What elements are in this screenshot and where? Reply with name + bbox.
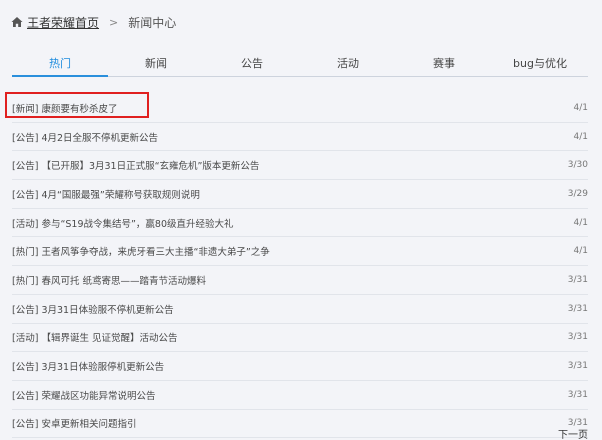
breadcrumb: 王者荣耀首页 > 新闻中心 bbox=[11, 14, 176, 30]
news-item-tag: [活动] bbox=[12, 333, 39, 345]
news-item[interactable]: [公告] 荣耀战区功能异常说明公告 3/31 bbox=[12, 381, 588, 410]
tab-hot[interactable]: 热门 bbox=[12, 54, 108, 77]
news-item-title[interactable]: [热门] 春风可托 纸鸢寄思——踏青节活动爆料 bbox=[12, 273, 206, 287]
news-item-text: 王者风筝争夺战，来虎牙看三大主播“非遗大弟子”之争 bbox=[41, 247, 270, 259]
news-item[interactable]: [热门] 春风可托 纸鸢寄思——踏青节活动爆料 3/31 bbox=[12, 266, 588, 295]
news-item-title[interactable]: [公告] 3月31日体验服不停机更新公告 bbox=[12, 302, 174, 316]
tab-news[interactable]: 新闻 bbox=[108, 54, 204, 76]
news-item-title[interactable]: [公告] 安卓更新相关问题指引 bbox=[12, 416, 136, 430]
news-item-tag: [公告] bbox=[12, 390, 39, 402]
tab-announcement[interactable]: 公告 bbox=[204, 54, 300, 76]
news-item-title[interactable]: [活动] 【辑界诞生 见证觉醒】活动公告 bbox=[12, 330, 177, 344]
news-item-date: 4/1 bbox=[573, 217, 588, 228]
news-item-title[interactable]: [公告] 4月2日全服不停机更新公告 bbox=[12, 130, 158, 144]
news-item-title[interactable]: [公告] 荣耀战区功能异常说明公告 bbox=[12, 388, 155, 402]
news-item-text: 【辑界诞生 见证觉醒】活动公告 bbox=[41, 333, 178, 345]
news-item-date: 3/31 bbox=[567, 274, 588, 285]
news-item-text: 4月“国服最强”荣耀称号获取规则说明 bbox=[41, 189, 200, 201]
news-item-tag: [公告] bbox=[12, 419, 39, 431]
news-item-text: 安卓更新相关问题指引 bbox=[41, 419, 137, 431]
news-item[interactable]: [活动] 参与“S19战令集结号”，赢80级直升经验大礼 4/1 bbox=[12, 209, 588, 238]
news-item-tag: [公告] bbox=[12, 304, 39, 316]
news-item-date: 3/31 bbox=[567, 332, 588, 343]
news-item-title[interactable]: [公告] 【已开服】3月31日正式服“玄雍危机”版本更新公告 bbox=[12, 158, 259, 172]
news-item-date: 4/1 bbox=[573, 131, 588, 142]
news-item-date: 3/31 bbox=[567, 389, 588, 400]
news-item[interactable]: [公告] 3月31日体验服停机更新公告 3/31 bbox=[12, 352, 588, 381]
breadcrumb-home-link[interactable]: 王者荣耀首页 bbox=[27, 14, 99, 31]
news-item-tag: [公告] bbox=[12, 161, 39, 173]
breadcrumb-current: 新闻中心 bbox=[128, 15, 177, 30]
news-item-tag: [公告] bbox=[12, 362, 39, 374]
news-item-tag: [新闻] bbox=[12, 103, 39, 115]
tab-esports[interactable]: 赛事 bbox=[396, 54, 492, 76]
news-item-title[interactable]: [活动] 参与“S19战令集结号”，赢80级直升经验大礼 bbox=[12, 216, 234, 230]
news-item-tag: [热门] bbox=[12, 247, 39, 259]
news-item[interactable]: [公告] 【已开服】3月31日正式服“玄雍危机”版本更新公告 3/30 bbox=[12, 151, 588, 181]
news-item[interactable]: [公告] 3月31日体验服不停机更新公告 3/31 bbox=[12, 295, 588, 324]
news-item-title[interactable]: [新闻] 康颜要有秒杀皮了 bbox=[12, 101, 117, 115]
news-item-text: 康颜要有秒杀皮了 bbox=[41, 103, 118, 115]
news-item-tag: [活动] bbox=[12, 218, 39, 230]
news-item[interactable]: [热门] 王者风筝争夺战，来虎牙看三大主播“非遗大弟子”之争 4/1 bbox=[12, 237, 588, 267]
news-item[interactable]: [新闻] 康颜要有秒杀皮了 4/1 bbox=[12, 94, 588, 123]
tab-events[interactable]: 活动 bbox=[300, 54, 396, 76]
news-item-text: 4月2日全服不停机更新公告 bbox=[41, 132, 159, 144]
news-item-text: 【已开服】3月31日正式服“玄雍危机”版本更新公告 bbox=[41, 161, 260, 173]
news-item-title[interactable]: [公告] 3月31日体验服停机更新公告 bbox=[12, 359, 164, 373]
news-list: [新闻] 康颜要有秒杀皮了 4/1 [公告] 4月2日全服不停机更新公告 4/1… bbox=[12, 94, 588, 439]
news-item[interactable]: [公告] 4月2日全服不停机更新公告 4/1 bbox=[12, 123, 588, 152]
news-item-date: 3/31 bbox=[567, 303, 588, 314]
news-item-text: 3月31日体验服不停机更新公告 bbox=[41, 304, 174, 316]
home-icon bbox=[11, 16, 23, 28]
news-item-date: 4/1 bbox=[573, 246, 588, 257]
news-item-title[interactable]: [热门] 王者风筝争夺战，来虎牙看三大主播“非遗大弟子”之争 bbox=[12, 244, 270, 258]
news-item-tag: [公告] bbox=[12, 189, 39, 201]
news-item[interactable]: [公告] 4月“国服最强”荣耀称号获取规则说明 3/29 bbox=[12, 180, 588, 209]
news-center-page: 王者荣耀首页 > 新闻中心 热门 新闻 公告 活动 赛事 bug与优化 [新闻]… bbox=[0, 0, 602, 440]
news-item-tag: [热门] bbox=[12, 275, 39, 287]
news-item-date: 3/29 bbox=[567, 188, 588, 199]
news-item-tag: [公告] bbox=[12, 132, 39, 144]
news-item-date: 4/1 bbox=[573, 102, 588, 113]
news-item-text: 荣耀战区功能异常说明公告 bbox=[41, 390, 156, 402]
news-item-title[interactable]: [公告] 4月“国服最强”荣耀称号获取规则说明 bbox=[12, 187, 200, 201]
news-item-date: 3/30 bbox=[567, 160, 588, 171]
next-page-button[interactable]: 下一页 bbox=[558, 426, 588, 440]
news-item-text: 春风可托 纸鸢寄思——踏青节活动爆料 bbox=[41, 275, 206, 287]
news-item[interactable]: [活动] 【辑界诞生 见证觉醒】活动公告 3/31 bbox=[12, 324, 588, 353]
news-item-text: 3月31日体验服停机更新公告 bbox=[41, 362, 165, 374]
news-item[interactable]: [公告] 安卓更新相关问题指引 3/31 bbox=[12, 410, 588, 439]
news-item-text: 参与“S19战令集结号”，赢80级直升经验大礼 bbox=[41, 218, 234, 230]
news-item-date: 3/31 bbox=[567, 361, 588, 372]
breadcrumb-separator: > bbox=[109, 15, 119, 29]
tab-bug-optimization[interactable]: bug与优化 bbox=[492, 54, 588, 76]
category-tabs: 热门 新闻 公告 活动 赛事 bug与优化 bbox=[12, 54, 588, 77]
